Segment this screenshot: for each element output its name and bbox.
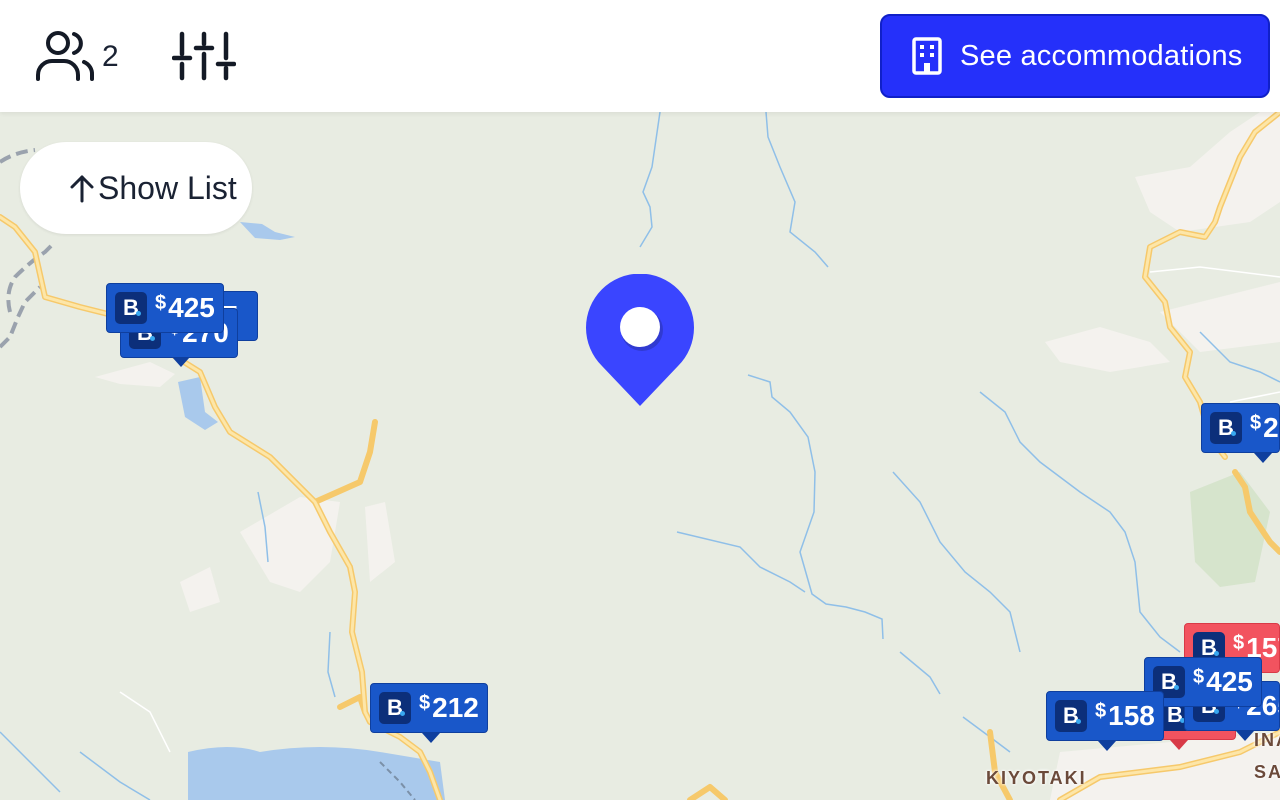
building-icon	[912, 37, 942, 75]
price-marker[interactable]: B $ 212	[370, 683, 488, 733]
booking-logo-icon: B	[379, 692, 411, 724]
place-label-sa: SA	[1254, 762, 1280, 782]
price-marker-pointer	[172, 357, 190, 367]
booking-logo-icon: B	[115, 292, 147, 324]
price-marker[interactable]: B $ 158	[1046, 691, 1164, 741]
price-marker-pointer	[422, 733, 440, 743]
booking-logo-icon: B	[1055, 700, 1087, 732]
place-label-ina: INA	[1254, 730, 1280, 750]
price-marker[interactable]: B $ 2	[1201, 403, 1280, 453]
guests-count: 2	[102, 40, 119, 73]
place-label-kiyotaki: KIYOTAKI	[986, 768, 1087, 788]
sliders-icon[interactable]	[172, 28, 236, 84]
show-list-label: Show List	[98, 169, 237, 206]
users-icon	[36, 31, 95, 81]
price-marker[interactable]: B $ 425	[106, 283, 224, 333]
top-bar: 2 See accommodations	[0, 0, 1280, 112]
price-marker-pointer	[1098, 741, 1116, 751]
arrow-up-icon	[70, 175, 94, 203]
see-accommodations-label: See accommodations	[960, 39, 1243, 72]
price-marker-pointer	[1236, 731, 1254, 741]
price-marker-pointer	[1170, 740, 1188, 750]
guests-selector[interactable]: 2	[34, 30, 119, 84]
price-marker-pointer	[1254, 453, 1272, 463]
booking-logo-icon: B	[1210, 412, 1242, 444]
show-list-button[interactable]: Show List	[20, 142, 252, 234]
see-accommodations-button[interactable]: See accommodations	[880, 14, 1270, 98]
map-pin-icon[interactable]	[584, 274, 696, 408]
